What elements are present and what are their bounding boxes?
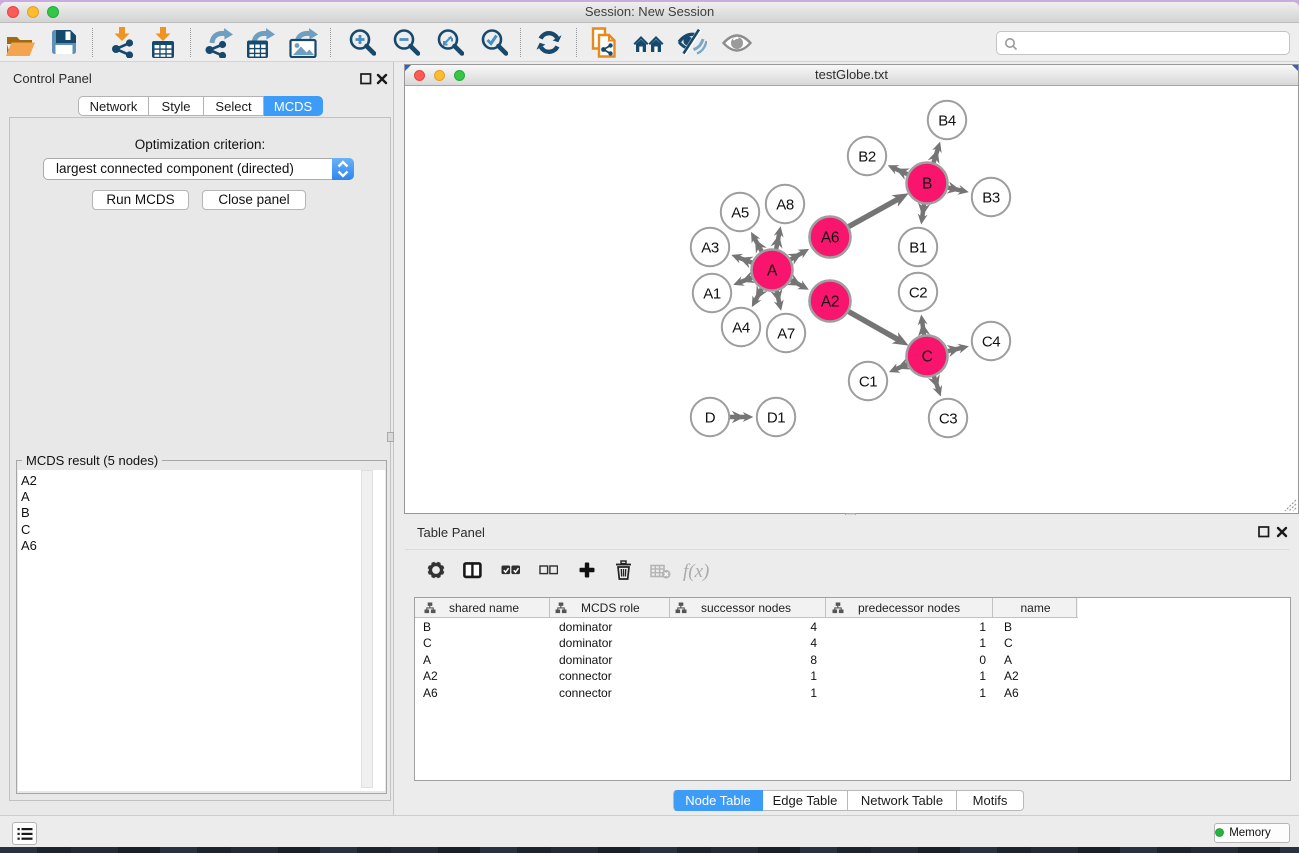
svg-text:A4: A4	[732, 320, 750, 337]
svg-text:A1: A1	[703, 286, 721, 303]
svg-text:C3: C3	[939, 411, 957, 428]
svg-text:B2: B2	[858, 149, 876, 166]
svg-text:A5: A5	[731, 205, 749, 222]
svg-text:C2: C2	[909, 285, 927, 302]
svg-text:C4: C4	[982, 334, 1000, 351]
svg-text:A: A	[767, 263, 778, 280]
svg-text:B1: B1	[909, 240, 927, 257]
svg-text:D: D	[705, 410, 716, 427]
svg-text:B4: B4	[938, 113, 956, 130]
svg-text:C: C	[922, 349, 933, 366]
svg-text:B3: B3	[982, 190, 1000, 207]
svg-text:A2: A2	[821, 294, 839, 311]
svg-text:B: B	[922, 176, 932, 193]
svg-text:C1: C1	[859, 374, 877, 391]
svg-text:A3: A3	[701, 240, 719, 257]
svg-text:D1: D1	[767, 410, 785, 427]
svg-text:A6: A6	[821, 230, 839, 247]
svg-text:A7: A7	[777, 326, 795, 343]
svg-text:A8: A8	[776, 197, 794, 214]
